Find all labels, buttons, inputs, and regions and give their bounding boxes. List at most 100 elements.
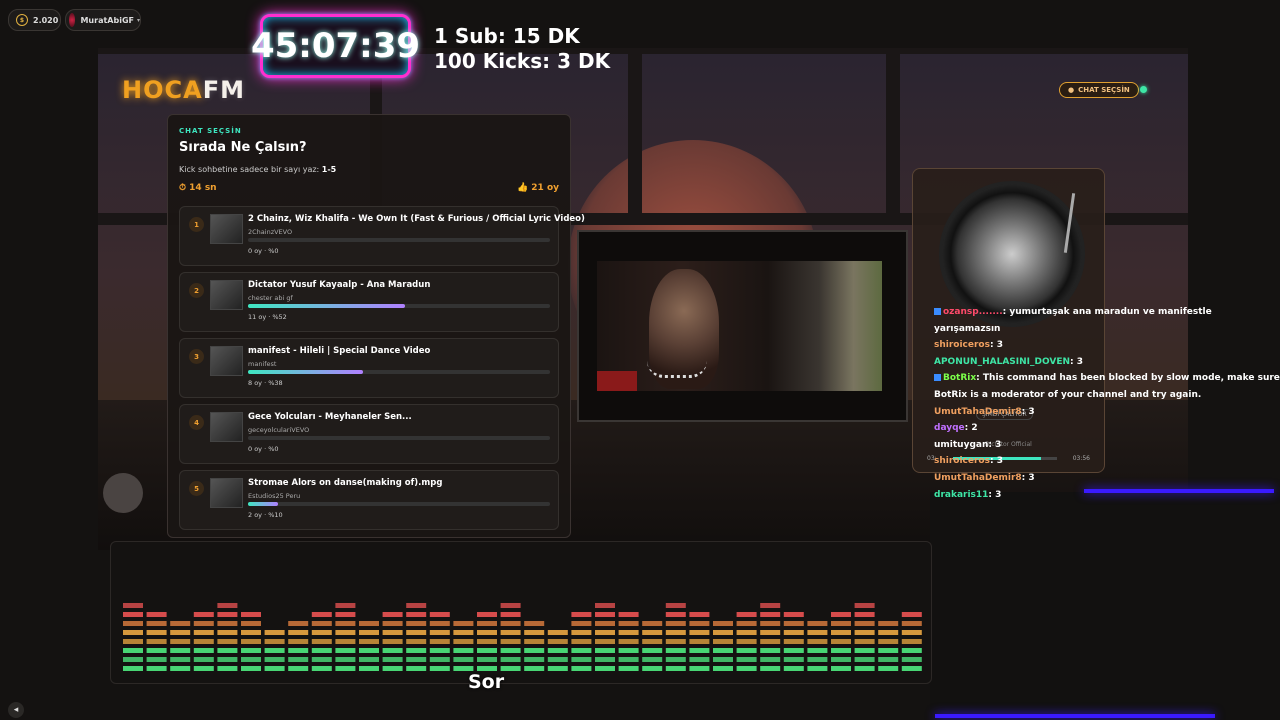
coin-balance[interactable]: $ 2.020 — [8, 9, 61, 31]
chat-username[interactable]: UmutTahaDemir8 — [934, 407, 1022, 417]
eq-segment — [571, 621, 592, 626]
song-option[interactable]: 2 Dictator Yusuf Kayaalp - Ana Maradun che… — [179, 272, 559, 332]
eq-segment — [807, 666, 828, 671]
chat-message: drakaris11: 3 — [934, 487, 1280, 504]
eq-segment — [736, 657, 757, 662]
eq-segment — [193, 621, 214, 626]
eq-segment — [311, 648, 332, 653]
eq-segment — [595, 612, 615, 617]
eq-segment — [878, 630, 899, 635]
eq-segment — [524, 630, 545, 635]
eq-segment — [713, 666, 733, 671]
eq-segment — [524, 666, 545, 671]
chat-message: APONUN_HALASINI_DOVEN: 3 — [934, 354, 1280, 371]
eq-segment — [477, 630, 497, 635]
equalizer-panel — [110, 541, 932, 684]
eq-segment — [382, 648, 403, 653]
eq-segment — [146, 639, 167, 644]
poll-instruction: Kick sohbetine sadece bir sayı yaz: 1-5 — [179, 165, 336, 174]
eq-segment — [335, 630, 356, 635]
song-thumbnail — [210, 214, 243, 244]
eq-segment — [831, 648, 851, 653]
chat-message: shiroiceros: 3 — [934, 337, 1280, 354]
eq-segment — [854, 603, 875, 608]
chat-username[interactable]: APONUN_HALASINI_DOVEN — [934, 357, 1070, 367]
chat-username[interactable]: shiroiceros — [934, 340, 990, 350]
eq-segment — [618, 648, 639, 653]
eq-segment — [689, 621, 710, 626]
countdown-timer: 45:07:39 — [251, 14, 420, 78]
logo-fm: FM — [202, 76, 245, 104]
eq-segment — [713, 639, 733, 644]
chat-username[interactable]: drakaris11 — [934, 490, 988, 500]
eq-segment — [335, 621, 356, 626]
chat-text: : 3 — [988, 489, 1002, 500]
kicks-promo: 100 Kicks: 3 DK — [434, 49, 611, 73]
chat-username[interactable]: BotRix — [943, 373, 976, 383]
eq-segment — [854, 612, 875, 617]
dial-knob[interactable] — [103, 473, 143, 513]
chat-select-pill[interactable]: ● CHAT SEÇSİN — [1059, 82, 1139, 98]
eq-segment — [382, 621, 403, 626]
video-player[interactable] — [577, 230, 908, 422]
eq-segment — [241, 639, 261, 644]
chat-username[interactable]: UmutTahaDemir8 — [934, 473, 1022, 483]
song-title: Gece Yolcuları - Meyhaneler Sen... — [248, 412, 412, 422]
eq-segment — [406, 612, 427, 617]
song-option[interactable]: 3 manifest - Hileli | Special Dance Video… — [179, 338, 559, 398]
eq-segment — [359, 621, 379, 626]
chat-username[interactable]: umituygan — [934, 440, 988, 450]
eq-segment — [288, 666, 309, 671]
song-number: 5 — [189, 481, 204, 496]
eq-segment — [382, 630, 403, 635]
window-mullion — [886, 48, 900, 218]
eq-segment — [807, 639, 828, 644]
song-channel: Estudios25 Peru — [248, 492, 301, 500]
vote-bar — [248, 370, 550, 374]
eq-segment — [831, 639, 851, 644]
eq-segment — [406, 657, 427, 662]
eq-segment — [854, 657, 875, 662]
song-option[interactable]: 1 2 Chainz, Wiz Khalifa - We Own It (Fast… — [179, 206, 585, 266]
eq-segment — [382, 639, 403, 644]
subtitle-text: Sor — [468, 671, 505, 693]
volume-icon[interactable]: ◂ — [8, 702, 24, 718]
eq-segment — [689, 657, 710, 662]
eq-segment — [901, 666, 922, 671]
eq-segment — [878, 657, 899, 662]
eq-segment — [382, 666, 403, 671]
eq-segment — [854, 648, 875, 653]
eq-segment — [241, 666, 261, 671]
accent-glow-line — [935, 714, 1215, 718]
eq-segment — [453, 621, 474, 626]
chat-username[interactable]: dayqe — [934, 423, 965, 433]
live-status-dot — [1140, 86, 1147, 93]
eq-segment — [618, 612, 639, 617]
hocafm-logo: HOCAFM — [122, 76, 245, 104]
chat-message: ozansp.......: yumurtaşak ana maradun ve… — [934, 304, 1280, 337]
eq-segment — [736, 630, 757, 635]
eq-segment — [500, 630, 521, 635]
user-badge-icon — [934, 374, 941, 382]
chat-message: UmutTahaDemir8: 3 — [934, 404, 1280, 421]
song-option[interactable]: 5 Stromae Alors on danse(making of).mpg Es… — [179, 470, 559, 530]
eq-segment — [193, 648, 214, 653]
poll-votes-value: 21 oy — [531, 183, 559, 193]
user-menu[interactable]: MuratAbiGF ▾ — [65, 9, 141, 31]
chat-username[interactable]: ozansp....... — [943, 307, 1003, 317]
chat-text: : 3 — [989, 340, 1003, 351]
chat-username[interactable]: shiroiceros — [934, 456, 990, 466]
eq-segment — [146, 657, 167, 662]
eq-segment — [453, 657, 474, 662]
song-option[interactable]: 4 Gece Yolcuları - Meyhaneler Sen... gecey… — [179, 404, 559, 464]
eq-segment — [783, 648, 804, 653]
eq-segment — [500, 612, 521, 617]
eq-segment — [264, 639, 285, 644]
chat-box-background — [930, 492, 1280, 720]
eq-segment — [170, 621, 191, 626]
eq-segment — [831, 621, 851, 626]
eq-segment — [359, 630, 379, 635]
eq-segment — [595, 666, 615, 671]
eq-segment — [665, 639, 686, 644]
poll-total-votes: 👍 21 oy — [516, 183, 559, 193]
